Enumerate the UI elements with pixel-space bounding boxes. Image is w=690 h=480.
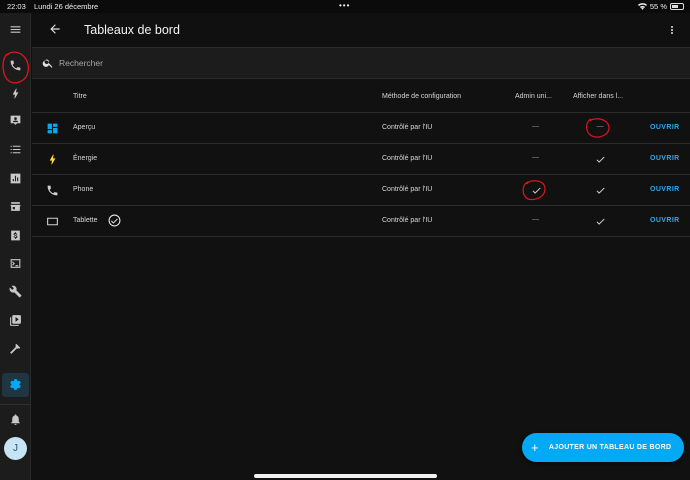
- sidebar-item-settings[interactable]: [7, 376, 24, 393]
- row-title: Tablette: [73, 217, 98, 224]
- open-button[interactable]: OUVRIR: [650, 155, 680, 162]
- row-method: Contrôlé par l'IU: [382, 186, 433, 193]
- table-row[interactable]: Énergie Contrôlé par l'IU — OUVRIR: [32, 144, 690, 175]
- lightning-icon: [46, 153, 59, 166]
- table-row[interactable]: Aperçu Contrôlé par l'IU — — OUVRIR: [32, 113, 690, 144]
- row-method: Contrôlé par l'IU: [382, 155, 433, 162]
- add-dashboard-label: AJOUTER UN TABLEAU DE BORD: [548, 444, 672, 451]
- tablet-icon: [46, 215, 59, 228]
- row-method: Contrôlé par l'IU: [382, 217, 433, 224]
- wifi-icon: [637, 3, 647, 10]
- sidebar-item-hammer[interactable]: [7, 340, 24, 357]
- sidebar-item-map[interactable]: [7, 112, 24, 129]
- row-show-value: [594, 216, 606, 229]
- sidebar-item-phone[interactable]: [7, 57, 24, 74]
- sidebar-divider: [0, 404, 31, 405]
- check-icon: [532, 187, 541, 194]
- home-indicator[interactable]: [254, 474, 437, 478]
- menu-icon[interactable]: [7, 21, 24, 38]
- search-bar: [32, 47, 690, 79]
- notifications-icon[interactable]: [7, 411, 24, 428]
- sidebar-item-energy[interactable]: [7, 85, 24, 102]
- hammer-icon: [10, 343, 21, 354]
- sidebar: J: [0, 13, 31, 480]
- avatar[interactable]: J: [4, 437, 27, 460]
- row-show-value: [594, 154, 606, 167]
- sidebar-item-history[interactable]: [7, 170, 24, 187]
- lightning-icon: [12, 88, 19, 99]
- default-dashboard-check-circle-icon: [108, 214, 121, 227]
- multitask-dots[interactable]: •••: [339, 1, 350, 10]
- arrow-left-icon: [50, 24, 60, 34]
- list-icon: [10, 145, 21, 154]
- grid-icon: [46, 122, 59, 135]
- overflow-menu-button[interactable]: [666, 23, 676, 37]
- dots-vertical-icon: [671, 26, 673, 34]
- row-title: Aperçu: [73, 124, 96, 131]
- row-admin-value: —: [532, 216, 539, 223]
- status-time: 22:03: [7, 2, 26, 11]
- top-app-bar: Tableaux de bord: [32, 13, 690, 47]
- chart-box-icon: [10, 173, 21, 184]
- sidebar-item-developer-tools[interactable]: [7, 283, 24, 300]
- search-input[interactable]: [59, 55, 559, 71]
- row-show-value: [594, 185, 606, 198]
- play-box-icon: [10, 315, 21, 326]
- sidebar-item-terminal[interactable]: [7, 255, 24, 272]
- row-admin-value: —: [532, 123, 539, 130]
- column-header-method[interactable]: Méthode de configuration: [382, 93, 461, 100]
- table-row[interactable]: Phone Contrôlé par l'IU OUVRIR: [32, 175, 690, 206]
- column-header-admin[interactable]: Admin uni...: [515, 93, 552, 100]
- search-icon: [42, 59, 53, 68]
- sidebar-item-logbook[interactable]: [7, 141, 24, 158]
- sidebar-item-media[interactable]: [7, 312, 24, 329]
- battery-icon: [670, 3, 684, 10]
- row-admin-value: —: [532, 154, 539, 161]
- dashboards-table: Titre Méthode de configuration Admin uni…: [32, 80, 690, 237]
- sidebar-item-finance[interactable]: [7, 227, 24, 244]
- row-title: Phone: [73, 186, 94, 193]
- check-icon: [596, 218, 605, 225]
- sidebar-item-store[interactable]: [7, 198, 24, 215]
- account-box-icon: [10, 115, 21, 125]
- row-method: Contrôlé par l'IU: [382, 124, 433, 131]
- phone-icon: [46, 184, 59, 197]
- wrench-icon: [9, 285, 22, 298]
- table-header: Titre Méthode de configuration Admin uni…: [32, 80, 690, 113]
- gear-icon: [10, 379, 21, 390]
- check-icon: [596, 187, 605, 194]
- column-header-title[interactable]: Titre: [73, 93, 87, 100]
- page-title: Tableaux de bord: [84, 23, 180, 37]
- phone-icon: [10, 60, 21, 71]
- status-date: Lundi 26 décembre: [34, 2, 99, 11]
- add-dashboard-button[interactable]: + AJOUTER UN TABLEAU DE BORD: [522, 433, 684, 462]
- check-icon: [596, 156, 605, 163]
- back-button[interactable]: [48, 22, 64, 38]
- terminal-icon: [10, 259, 21, 268]
- open-button[interactable]: OUVRIR: [650, 124, 680, 131]
- row-admin-value: [531, 185, 541, 198]
- open-button[interactable]: OUVRIR: [650, 217, 680, 224]
- row-title: Énergie: [73, 155, 98, 162]
- battery-percent: 55 %: [649, 2, 667, 11]
- status-bar: 22:03 Lundi 26 décembre ••• 55 %: [0, 0, 690, 13]
- plus-icon: +: [531, 440, 539, 455]
- column-header-show-sidebar[interactable]: Afficher dans l...: [573, 93, 623, 100]
- open-button[interactable]: OUVRIR: [650, 186, 680, 193]
- row-show-value: —: [596, 123, 604, 130]
- store-icon: [10, 202, 21, 211]
- dollar-box-icon: [11, 230, 20, 241]
- table-row[interactable]: Tablette Contrôlé par l'IU — OUVRIR: [32, 206, 690, 237]
